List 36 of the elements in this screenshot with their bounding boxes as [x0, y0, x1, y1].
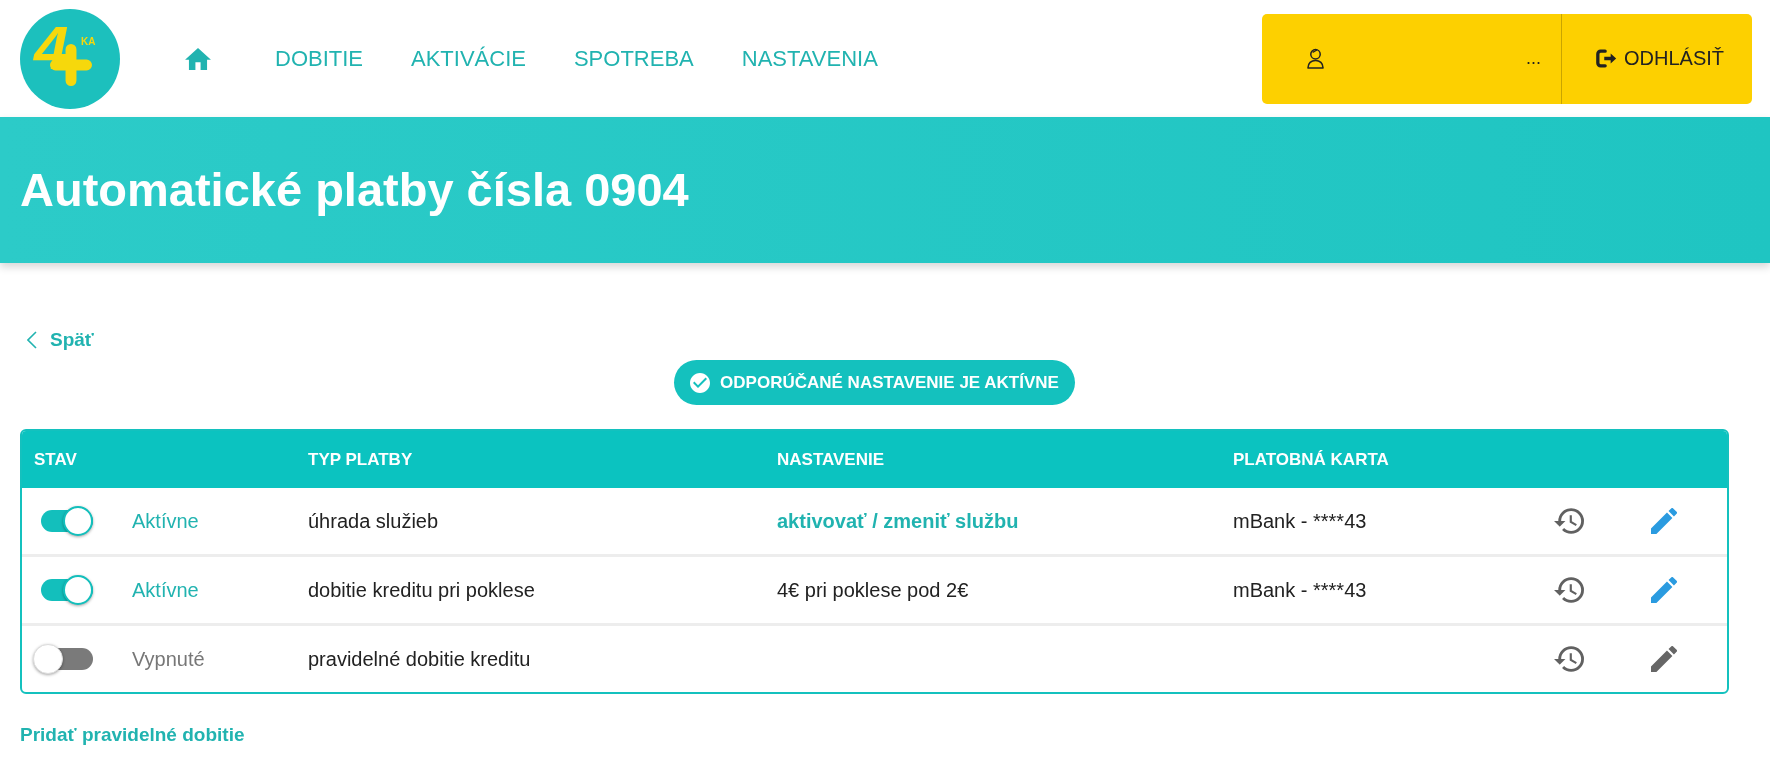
column-header: NASTAVENIE [776, 449, 886, 470]
edit-icon[interactable] [1651, 646, 1677, 672]
nav-link[interactable]: NASTAVENIA [741, 47, 878, 70]
status-text: Aktívne [132, 509, 199, 533]
logout-button[interactable]: ODHLÁSIŤ [1561, 13, 1752, 104]
column-header: TYP PLATBY [307, 449, 414, 470]
setting-link[interactable]: aktivovať / zmeniť službu [777, 509, 1019, 533]
person-icon [1307, 48, 1324, 69]
logo-text: KA [81, 36, 96, 47]
add-link[interactable]: Pridať pravidelné dobitie [20, 723, 245, 747]
edit-icon[interactable] [1651, 577, 1677, 603]
history-icon[interactable] [1554, 577, 1584, 603]
toggle-switch[interactable] [33, 644, 93, 674]
table-cell: pravidelné dobitie kreditu [308, 647, 531, 671]
column-header: PLATOBNÁ KARTA [1232, 449, 1390, 470]
nav-link[interactable]: AKTIVÁCIE [411, 47, 526, 70]
back-link[interactable]: Späť [27, 328, 94, 352]
history-icon[interactable] [1554, 646, 1584, 672]
nav-link[interactable]: SPOTREBA [573, 47, 694, 70]
table-cell: mBank - ****43 [1233, 509, 1367, 533]
status-text: ODPORÚČANÉ NASTAVENIE JE AKTÍVNE [720, 372, 1059, 393]
table-cell: dobitie kreditu pri poklese [308, 578, 535, 602]
edit-icon[interactable] [1651, 508, 1677, 534]
home-icon[interactable] [185, 47, 211, 70]
chevron-left-icon [27, 331, 37, 349]
page-title: Automatické platby čísla 0904 [20, 161, 689, 218]
user-menu-button[interactable]: ... [1262, 13, 1561, 104]
table-cell: úhrada služieb [308, 509, 439, 533]
nav-link[interactable]: DOBITIE [275, 47, 363, 70]
column-header: STAV [33, 449, 78, 470]
logout-icon [1596, 49, 1618, 68]
table-cell: mBank - ****43 [1233, 578, 1367, 602]
history-icon[interactable] [1554, 508, 1584, 534]
status-text: Aktívne [132, 578, 199, 602]
status-text: Vypnuté [132, 647, 205, 671]
table-cell: 4€ pri poklese pod 2€ [777, 578, 969, 602]
